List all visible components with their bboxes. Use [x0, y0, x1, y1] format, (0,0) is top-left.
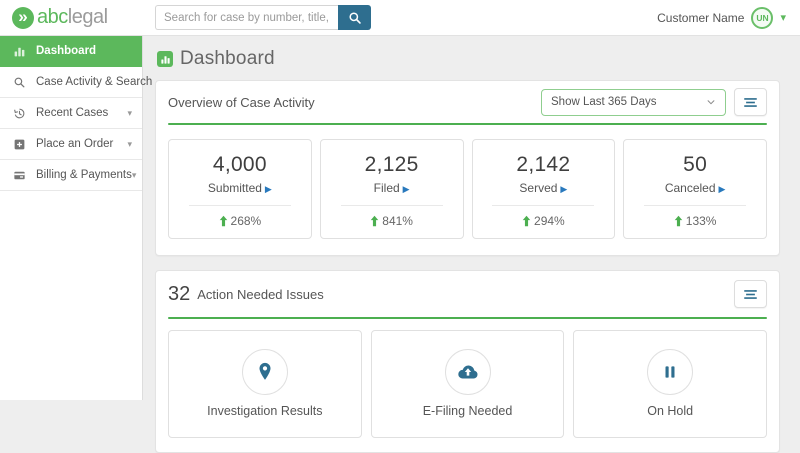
sidebar: Dashboard Case Activity & Search Recent …	[0, 36, 143, 400]
cloud-upload-icon	[445, 349, 491, 395]
up-arrow-icon	[674, 215, 683, 227]
stat-change: 841%	[321, 214, 463, 228]
stat-value: 4,000	[169, 153, 311, 177]
chevron-down-icon: ▾	[127, 108, 132, 119]
sidebar-item-dashboard[interactable]: Dashboard	[0, 36, 142, 67]
search-icon	[348, 11, 362, 25]
divider	[341, 205, 443, 206]
user-name: Customer Name	[657, 11, 744, 25]
action-needed-filter-button[interactable]	[734, 280, 767, 308]
category-card-on-hold[interactable]: On Hold	[573, 330, 767, 438]
avatar: UN	[751, 7, 773, 29]
divider	[189, 205, 291, 206]
sidebar-item-billing-payments[interactable]: Billing & Payments ▾	[0, 160, 142, 191]
top-bar: » abclegal Customer Name UN ▾	[0, 0, 800, 36]
overview-panel-header: Overview of Case Activity Show Last 365 …	[156, 81, 779, 123]
main-content: Dashboard Overview of Case Activity Show…	[143, 36, 800, 400]
user-menu-caret-icon: ▾	[780, 11, 786, 24]
sidebar-item-label: Dashboard	[36, 45, 96, 57]
search-icon	[12, 75, 27, 90]
sidebar-item-recent-cases[interactable]: Recent Cases ▾	[0, 98, 142, 129]
bar-chart-icon	[12, 44, 27, 59]
logo-text: abclegal	[37, 6, 108, 29]
up-arrow-icon	[522, 215, 531, 227]
detail-caret-icon: ▶	[719, 184, 726, 194]
history-icon	[12, 106, 27, 121]
user-menu[interactable]: Customer Name UN ▾	[657, 7, 786, 29]
case-search	[155, 5, 371, 30]
up-arrow-icon	[219, 215, 228, 227]
date-range-value: Show Last 365 Days	[551, 96, 656, 108]
pause-icon	[647, 349, 693, 395]
chevron-down-icon: ▾	[132, 170, 137, 181]
dashboard-icon	[157, 51, 173, 67]
filter-lines-icon	[743, 288, 758, 301]
stat-value: 2,125	[321, 153, 463, 177]
action-needed-count: 32	[168, 283, 190, 306]
divider	[492, 205, 594, 206]
filter-lines-icon	[743, 96, 758, 109]
billing-icon	[12, 168, 27, 183]
category-card-investigation-results[interactable]: Investigation Results	[168, 330, 362, 438]
stat-card-submitted[interactable]: 4,000 Submitted▶ 268%	[168, 139, 312, 239]
app-logo[interactable]: » abclegal	[12, 6, 143, 29]
page-header: Dashboard	[157, 48, 780, 70]
action-needed-panel: 32 Action Needed Issues Investigation Re…	[155, 270, 780, 453]
category-card-efiling-needed[interactable]: E-Filing Needed	[371, 330, 565, 438]
stats-row: 4,000 Submitted▶ 268% 2,125 Filed▶ 841% …	[156, 125, 779, 255]
sidebar-item-label: Recent Cases	[36, 107, 108, 119]
stat-label[interactable]: Served▶	[473, 181, 615, 195]
chevron-down-icon: ▾	[127, 139, 132, 150]
detail-caret-icon: ▶	[403, 184, 410, 194]
category-label: On Hold	[574, 404, 766, 418]
stat-change: 133%	[624, 214, 766, 228]
location-pin-icon	[242, 349, 288, 395]
overview-filter-button[interactable]	[734, 88, 767, 116]
search-input[interactable]	[155, 5, 338, 30]
stat-change: 294%	[473, 214, 615, 228]
sidebar-item-place-an-order[interactable]: Place an Order ▾	[0, 129, 142, 160]
sidebar-item-label: Place an Order	[36, 138, 113, 150]
sidebar-item-label: Case Activity & Search	[36, 76, 152, 88]
action-needed-title: Action Needed Issues	[197, 287, 323, 302]
stat-label[interactable]: Canceled▶	[624, 181, 766, 195]
add-box-icon	[12, 137, 27, 152]
stat-card-served[interactable]: 2,142 Served▶ 294%	[472, 139, 616, 239]
logo-chevrons-icon: »	[12, 7, 34, 29]
sidebar-item-case-activity-search[interactable]: Case Activity & Search	[0, 67, 142, 98]
stat-change: 268%	[169, 214, 311, 228]
date-range-select[interactable]: Show Last 365 Days	[541, 89, 726, 116]
sidebar-item-label: Billing & Payments	[36, 169, 132, 181]
stat-label[interactable]: Filed▶	[321, 181, 463, 195]
stat-label[interactable]: Submitted▶	[169, 181, 311, 195]
overview-panel: Overview of Case Activity Show Last 365 …	[155, 80, 780, 256]
stat-value: 50	[624, 153, 766, 177]
detail-caret-icon: ▶	[560, 184, 567, 194]
stat-card-canceled[interactable]: 50 Canceled▶ 133%	[623, 139, 767, 239]
page-title: Dashboard	[180, 48, 275, 70]
search-button[interactable]	[338, 5, 371, 30]
overview-title: Overview of Case Activity	[168, 95, 315, 110]
stat-value: 2,142	[473, 153, 615, 177]
category-label: Investigation Results	[169, 404, 361, 418]
action-needed-header: 32 Action Needed Issues	[156, 271, 779, 317]
stat-card-filed[interactable]: 2,125 Filed▶ 841%	[320, 139, 464, 239]
category-row: Investigation Results E-Filing Needed On…	[156, 319, 779, 452]
up-arrow-icon	[370, 215, 379, 227]
detail-caret-icon: ▶	[265, 184, 272, 194]
category-label: E-Filing Needed	[372, 404, 564, 418]
divider	[644, 205, 746, 206]
chevron-down-icon	[706, 97, 716, 107]
